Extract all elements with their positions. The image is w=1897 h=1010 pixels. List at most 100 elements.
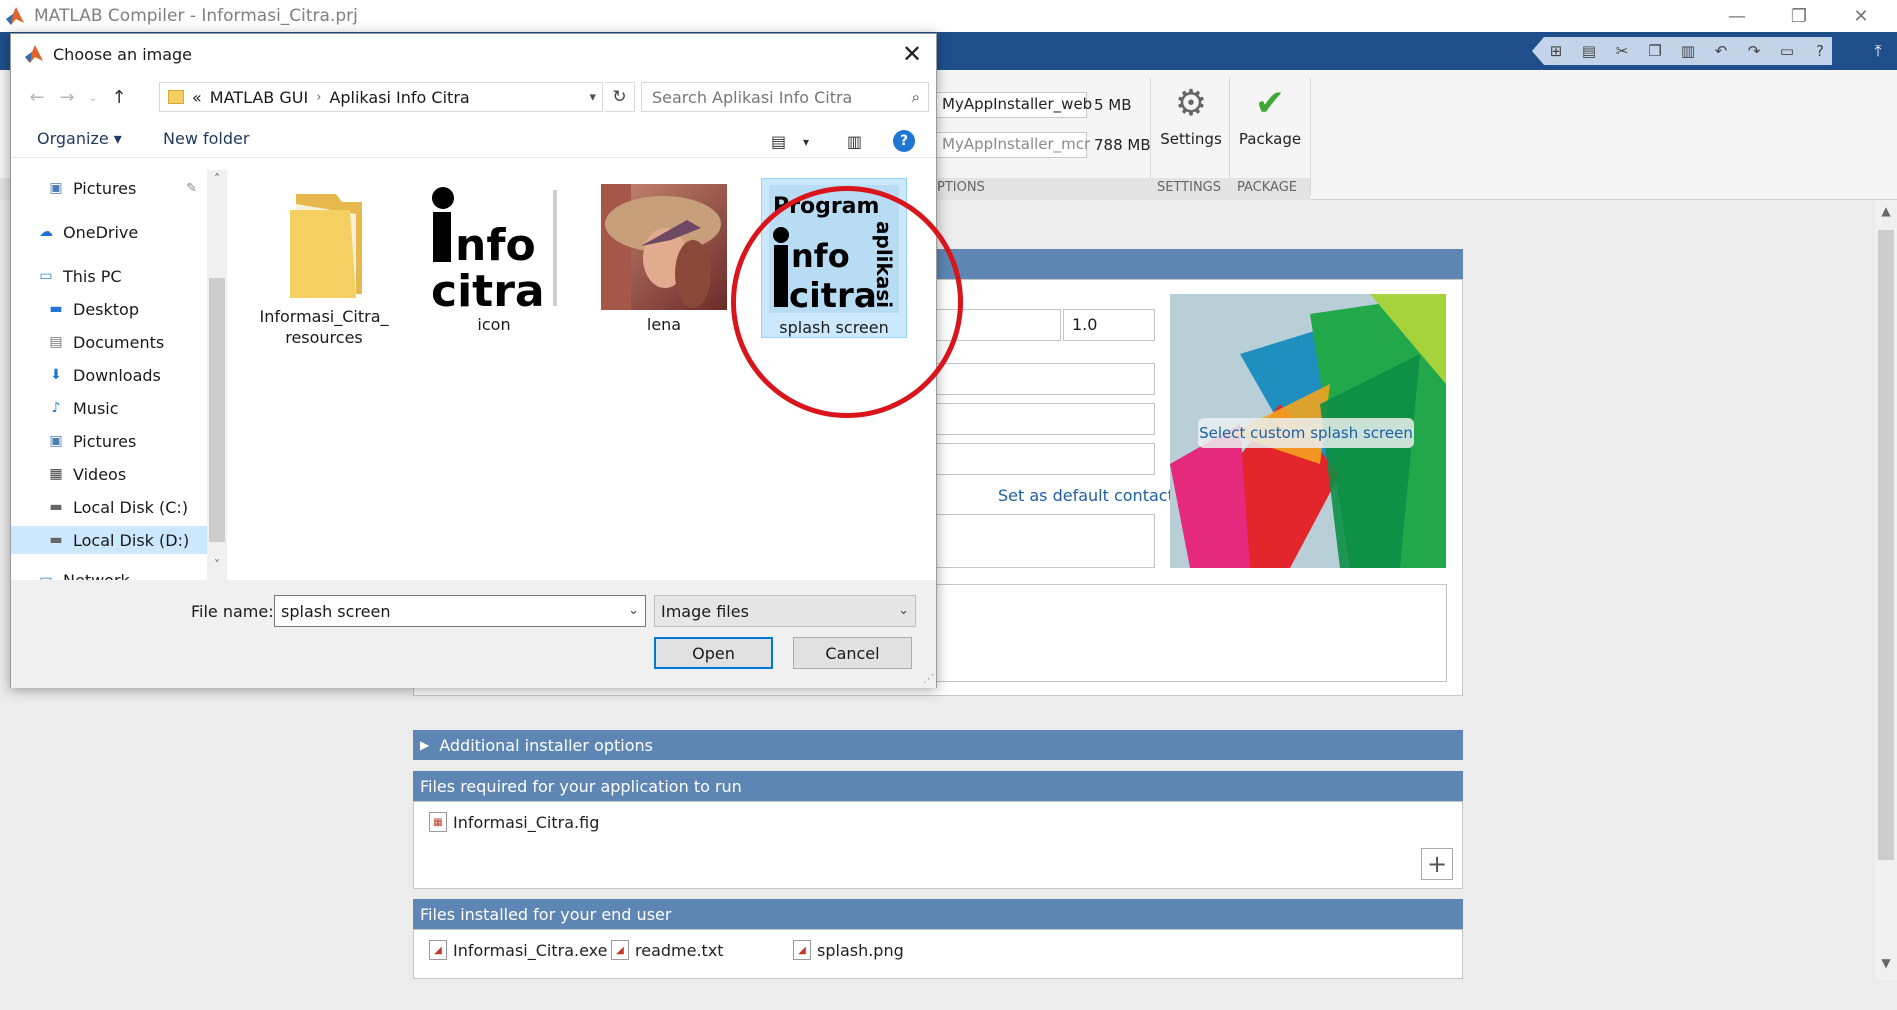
- change-view-icon[interactable]: ▤: [771, 132, 786, 151]
- main-scrollbar[interactable]: ▲ ▼: [1875, 200, 1897, 980]
- scroll-down-icon[interactable]: ▼: [1875, 956, 1897, 976]
- list-item[interactable]: ◢ Informasi_Citra.exe: [429, 940, 608, 960]
- scroll-up-icon[interactable]: ▲: [1875, 204, 1897, 224]
- dialog-title: Choose an image: [53, 44, 193, 64]
- chevron-down-icon[interactable]: ⌄: [898, 603, 909, 618]
- file-type-select[interactable]: Image files ⌄: [654, 595, 916, 627]
- new-folder-button[interactable]: New folder: [163, 129, 249, 148]
- nav-item-pictures-pinned[interactable]: ▣ Pictures ✎: [11, 174, 201, 202]
- downloads-icon: ⬇: [50, 367, 62, 383]
- nav-item-local-disk-c[interactable]: ▬ Local Disk (C:): [11, 493, 201, 521]
- back-arrow-icon[interactable]: ←: [25, 82, 49, 112]
- set-default-contact-link[interactable]: Set as default contact: [998, 486, 1174, 505]
- dialog-title-bar: Choose an image: [11, 34, 936, 74]
- nav-item-pictures[interactable]: ▣ Pictures: [11, 427, 201, 455]
- package-button[interactable]: ✔ Package: [1234, 78, 1306, 168]
- add-file-button[interactable]: +: [1421, 848, 1453, 880]
- cut-icon[interactable]: ✂: [1610, 40, 1634, 62]
- nav-item-downloads[interactable]: ⬇ Downloads: [11, 361, 201, 389]
- breadcrumb-item[interactable]: MATLAB GUI: [210, 88, 308, 107]
- address-bar[interactable]: « MATLAB GUI › Aplikasi Info Citra ▾: [159, 82, 603, 112]
- dialog-close-button[interactable]: ✕: [894, 36, 930, 72]
- navigation-pane: ▣ Pictures ✎ ☁ OneDrive ▭ This PC ▬ Desk…: [11, 166, 227, 580]
- mcr-installer-name-field[interactable]: MyAppInstaller_mcr: [935, 132, 1090, 158]
- version-field[interactable]: 1.0: [1063, 309, 1155, 341]
- file-tile-folder[interactable]: Informasi_Citra_resources: [251, 184, 397, 354]
- add-file-icon[interactable]: ⊞: [1544, 40, 1568, 62]
- save-icon[interactable]: ▤: [1577, 40, 1601, 62]
- forward-arrow-icon[interactable]: →: [55, 82, 79, 112]
- list-item[interactable]: ▦ Informasi_Citra.fig: [429, 812, 599, 832]
- window-close-button[interactable]: ✕: [1830, 0, 1892, 32]
- onedrive-icon: ☁: [39, 224, 53, 240]
- list-item[interactable]: ◢ splash.png: [793, 940, 904, 960]
- nav-item-documents[interactable]: ▤ Documents: [11, 328, 201, 356]
- drive-icon: ▬: [49, 499, 63, 515]
- nav-item-videos[interactable]: ▦ Videos: [11, 460, 201, 488]
- navigation-scrollbar[interactable]: ˄ ˅: [207, 170, 227, 580]
- file-label: Informasi_Citra.exe: [453, 940, 608, 960]
- up-arrow-icon[interactable]: ↑: [107, 82, 131, 112]
- recent-locations-icon[interactable]: ⌄: [81, 82, 105, 112]
- scrollbar-thumb[interactable]: [209, 278, 225, 542]
- file-label: splash.png: [817, 940, 904, 960]
- splash-nfo-text: nfo: [791, 237, 850, 275]
- nav-item-network[interactable]: ▭ Network: [11, 566, 201, 581]
- summary-field[interactable]: [900, 514, 1155, 568]
- nav-item-desktop[interactable]: ▬ Desktop: [11, 295, 201, 323]
- chevron-down-icon[interactable]: ⌄: [628, 603, 639, 618]
- additional-options-header[interactable]: ▶ Additional installer options: [413, 730, 1463, 760]
- minimize-button[interactable]: —: [1706, 0, 1768, 32]
- redo-icon[interactable]: ↷: [1742, 40, 1766, 62]
- preview-pane-icon[interactable]: ▥: [847, 132, 862, 151]
- window-icon[interactable]: ▭: [1775, 40, 1799, 62]
- nav-item-music[interactable]: ♪ Music: [11, 394, 201, 422]
- breadcrumb-item[interactable]: Aplikasi Info Citra: [329, 88, 469, 107]
- folder-icon: [168, 90, 184, 104]
- view-options-chevron-icon[interactable]: ▾: [803, 135, 809, 149]
- collapse-toolstrip-icon[interactable]: ⤒: [1866, 38, 1890, 64]
- file-tile-lena[interactable]: lena: [591, 184, 737, 334]
- drive-icon: ▬: [49, 532, 63, 548]
- nav-item-this-pc[interactable]: ▭ This PC: [11, 262, 201, 290]
- description-field[interactable]: [900, 584, 1447, 682]
- file-tile-label: lena: [646, 315, 682, 334]
- settings-button[interactable]: ⚙ Settings: [1158, 78, 1224, 168]
- nav-item-label: Desktop: [73, 299, 139, 319]
- pictures-icon: ▣: [49, 180, 63, 196]
- scrollbar-thumb[interactable]: [1878, 230, 1894, 860]
- scroll-up-icon[interactable]: ˄: [207, 172, 227, 192]
- help-icon[interactable]: ?: [1808, 40, 1832, 62]
- open-button[interactable]: Open: [654, 637, 773, 669]
- nav-item-label: OneDrive: [63, 222, 139, 242]
- email-field[interactable]: [900, 403, 1155, 435]
- nav-item-onedrive[interactable]: ☁ OneDrive: [11, 218, 201, 246]
- search-box[interactable]: Search Aplikasi Info Citra ⌕: [641, 82, 929, 112]
- resize-grip-icon[interactable]: ⋰: [923, 672, 934, 685]
- select-splash-button[interactable]: Select custom splash screen: [1198, 418, 1414, 448]
- nav-item-label: This PC: [63, 266, 122, 286]
- chevron-down-icon[interactable]: ▾: [589, 90, 596, 105]
- refresh-icon[interactable]: ↻: [605, 82, 635, 112]
- paste-icon[interactable]: ▥: [1676, 40, 1700, 62]
- undo-icon[interactable]: ↶: [1709, 40, 1733, 62]
- file-tile-splash-screen[interactable]: Program nfo citra aplikasi splash screen: [761, 178, 907, 338]
- company-field[interactable]: [900, 443, 1155, 475]
- web-installer-size: 5 MB: [1094, 96, 1132, 114]
- quick-access-toolbar: ⊞ ▤ ✂ ❐ ▥ ↶ ↷ ▭ ?: [1532, 37, 1832, 65]
- organize-menu[interactable]: Organize ▾: [37, 129, 122, 148]
- file-tile-icon[interactable]: citra nfo icon: [421, 184, 567, 334]
- file-label: Informasi_Citra.fig: [453, 812, 600, 832]
- file-name-input[interactable]: splash screen ⌄: [274, 595, 646, 627]
- help-button[interactable]: ?: [893, 130, 915, 152]
- network-icon: ▭: [39, 572, 53, 580]
- list-item[interactable]: ◢ readme.txt: [611, 940, 724, 960]
- scroll-down-icon[interactable]: ˅: [207, 558, 227, 578]
- copy-icon[interactable]: ❐: [1643, 40, 1667, 62]
- breadcrumb-overflow[interactable]: «: [192, 88, 202, 107]
- name-field[interactable]: [900, 363, 1155, 395]
- restore-button[interactable]: ❐: [1768, 0, 1830, 32]
- web-installer-name-field[interactable]: MyAppInstaller_web: [935, 92, 1092, 118]
- cancel-button[interactable]: Cancel: [793, 637, 912, 669]
- nav-item-local-disk-d[interactable]: ▬ Local Disk (D:): [11, 526, 207, 554]
